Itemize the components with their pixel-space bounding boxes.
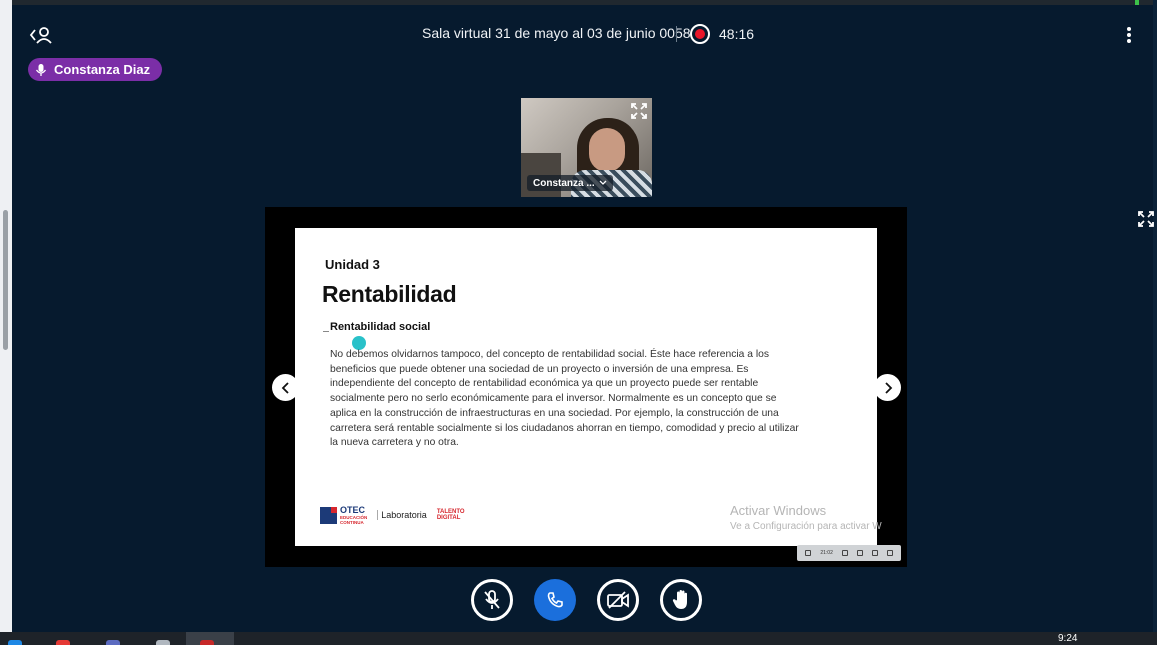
screen-share-area: Unidad 3 Rentabilidad Rentabilidad socia…: [265, 207, 907, 567]
video-toggle-button[interactable]: [597, 579, 639, 621]
user-list-toggle-button[interactable]: [28, 24, 54, 46]
chevron-down-icon: [599, 180, 607, 185]
talento-logo-line2: DIGITAL: [436, 515, 461, 521]
windows-activation-watermark: Activar Windows Ve a Configuración para …: [730, 503, 882, 532]
talento-digital-logo: TALENTO DIGITAL: [437, 509, 465, 521]
webcam-tile[interactable]: Constanza ...: [521, 98, 652, 197]
kebab-dot: [1127, 33, 1131, 37]
more-options-button[interactable]: [1120, 24, 1138, 46]
microphone-off-icon: [484, 590, 500, 609]
chevron-right-icon: [884, 381, 892, 394]
caption-icon[interactable]: [871, 550, 878, 556]
afp-logo-mark: [320, 506, 337, 524]
talker-name: Constanza Diaz: [54, 62, 151, 77]
webcam-user-name: Constanza ...: [533, 177, 595, 189]
shared-player-controls[interactable]: 21:02: [797, 545, 901, 561]
cast-icon[interactable]: [841, 550, 848, 556]
slide-subtitle: Rentabilidad social: [330, 321, 431, 333]
watermark-line2: Ve a Configuración para activar W: [730, 521, 882, 532]
fullscreen-icon[interactable]: [630, 102, 648, 120]
watermark-line1: Activar Windows: [730, 503, 827, 518]
app-icon: [200, 640, 214, 645]
microphone-icon: [35, 63, 47, 76]
player-time: 21:02: [820, 550, 833, 556]
talking-indicator[interactable]: Constanza Diaz: [28, 58, 163, 81]
left-scrollbar[interactable]: [0, 0, 12, 632]
taskbar-clock[interactable]: 9:24: [1058, 633, 1077, 644]
fullscreen-icon[interactable]: [1137, 210, 1155, 228]
webcam-name-tag[interactable]: Constanza ...: [527, 175, 613, 191]
slide-logos: OTEC EDUCACIÓN CONTINUA Laboratoria TALE…: [320, 505, 465, 525]
minimize-icon[interactable]: [886, 550, 893, 556]
next-slide-button[interactable]: [874, 374, 901, 401]
slide-unit: Unidad 3: [325, 257, 380, 272]
slide-title: Rentabilidad: [322, 281, 457, 307]
otec-logo: OTEC EDUCACIÓN CONTINUA: [320, 505, 367, 525]
scrollbar-thumb[interactable]: [3, 210, 8, 350]
camera-off-icon: [607, 591, 629, 609]
teams-icon[interactable]: [106, 640, 120, 645]
status-indicator: [1135, 0, 1139, 5]
otec-logo-text: OTEC: [340, 505, 366, 515]
slide-body-text: No debemos olvidarnos tampoco, del conce…: [330, 349, 799, 449]
presentation-slide: Unidad 3 Rentabilidad Rentabilidad socia…: [295, 228, 882, 546]
start-icon[interactable]: [8, 640, 22, 645]
record-icon[interactable]: [690, 24, 710, 44]
browser-top-strip: [0, 0, 1157, 5]
raise-hand-button[interactable]: [660, 579, 702, 621]
otec-logo-sub2: CONTINUA: [340, 520, 364, 525]
right-edge: [1153, 0, 1157, 632]
active-taskbar-item[interactable]: [186, 632, 234, 645]
file-icon[interactable]: [156, 640, 170, 645]
previous-slide-button[interactable]: [272, 374, 299, 401]
kebab-dot: [1127, 39, 1131, 43]
meeting-title: Sala virtual 31 de mayo al 03 de junio 0…: [422, 25, 691, 41]
chevron-left-icon: [281, 381, 289, 394]
chrome-icon[interactable]: [56, 640, 70, 645]
recording-time: 48:16: [719, 26, 755, 42]
mute-button[interactable]: [471, 579, 513, 621]
kebab-dot: [1127, 27, 1131, 31]
windows-taskbar: 9:24: [0, 632, 1157, 645]
chevron-left-user-icon: [29, 27, 52, 44]
laboratoria-logo: Laboratoria: [377, 510, 427, 520]
subtitle-dash: [323, 331, 329, 332]
webcam-person-face: [589, 128, 625, 172]
header-divider: [676, 26, 677, 42]
broadcast-icon[interactable]: [856, 550, 863, 556]
raise-hand-icon: [672, 590, 687, 609]
phone-icon: [547, 592, 563, 608]
refresh-icon[interactable]: [805, 550, 812, 556]
leave-audio-button[interactable]: [534, 579, 576, 621]
